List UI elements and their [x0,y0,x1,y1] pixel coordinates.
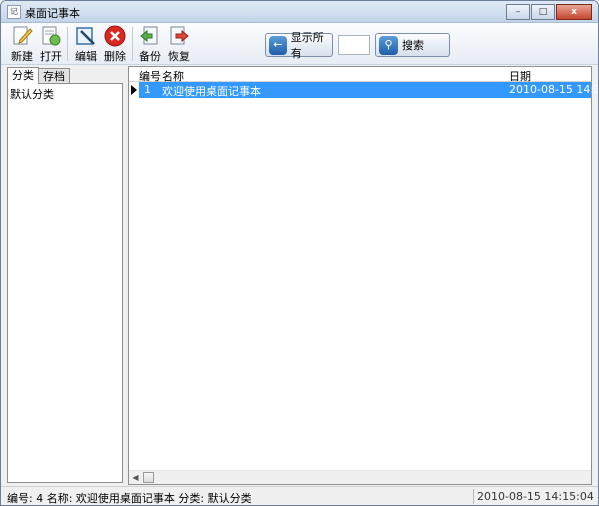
category-tabs: 分类 存档 [7,67,70,84]
new-note-icon [13,26,33,45]
search-button[interactable]: ⚲ 搜索 [375,33,450,57]
toolbar-divider [67,27,68,61]
restore-button[interactable]: 恢复 [164,25,194,63]
search-input[interactable] [338,35,370,55]
edit-button[interactable]: 编辑 [71,25,101,63]
delete-button[interactable]: 删除 [100,25,130,63]
show-all-button[interactable]: ← 显示所有 [265,31,333,60]
status-summary: 编号: 4 名称: 欢迎使用桌面记事本 分类: 默认分类 [7,492,252,505]
new-button[interactable]: 新建 [7,25,37,63]
scrollbar-thumb[interactable] [143,472,154,483]
tree-item-default-category[interactable]: 默认分类 [10,86,54,102]
category-tree[interactable]: 默认分类 [7,83,123,483]
search-icon: ⚲ [379,35,398,55]
restore-icon [170,26,189,45]
delete-icon [104,25,126,47]
close-button[interactable]: x [556,4,592,20]
cell-id: 1 [144,83,151,96]
back-arrow-icon: ← [269,35,287,55]
status-datetime: 2010-08-15 14:15:04 [477,490,594,503]
title-bar[interactable]: 记 桌面记事本 – □ x [1,1,598,23]
maximize-button[interactable]: □ [531,4,555,20]
cell-date: 2010-08-15 14:15:0 [509,83,598,96]
open-note-icon [42,26,61,46]
current-row-arrow-icon [131,85,137,95]
edit-label: 编辑 [75,50,97,63]
main-window: 记 桌面记事本 – □ x 新建 打开 编辑 删除 备份 恢复 ← 显示所有 ⚲… [0,0,599,506]
toolbar-divider [132,27,133,61]
cell-name: 欢迎使用桌面记事本 [162,85,261,98]
open-button[interactable]: 打开 [36,25,66,63]
backup-button[interactable]: 备份 [135,25,165,63]
window-title: 桌面记事本 [25,7,80,20]
table-row[interactable]: 1 欢迎使用桌面记事本 2010-08-15 14:15:0 [129,82,598,98]
backup-icon [140,26,158,45]
restore-label: 恢复 [168,50,190,63]
notes-list: 编号 名称 日期 1 欢迎使用桌面记事本 2010-08-15 14:15:0 … [128,66,598,485]
scroll-left-icon[interactable]: ◀ [129,471,142,484]
edit-icon [76,27,95,45]
horizontal-scrollbar[interactable]: ◀ [129,470,591,484]
category-panel: 分类 存档 默认分类 [3,66,125,484]
app-icon: 记 [7,5,21,19]
show-all-label: 显示所有 [290,31,324,60]
row-indicator [129,82,139,98]
window-controls: – □ x [505,4,592,20]
toolbar: 新建 打开 编辑 删除 备份 恢复 ← 显示所有 ⚲ 搜索 [1,23,598,65]
status-bar: 编号: 4 名称: 欢迎使用桌面记事本 分类: 默认分类 2010-08-15 … [1,486,598,505]
tab-archive[interactable]: 存档 [38,68,70,84]
selected-row-highlight[interactable]: 1 欢迎使用桌面记事本 2010-08-15 14:15:0 [139,82,598,98]
status-divider [473,489,474,504]
open-label: 打开 [40,50,62,63]
new-label: 新建 [11,50,33,63]
tab-category[interactable]: 分类 [7,67,39,84]
list-header: 编号 名称 日期 [129,67,591,83]
minimize-button[interactable]: – [506,4,530,20]
search-label: 搜索 [402,39,424,52]
delete-label: 删除 [104,50,126,63]
backup-label: 备份 [139,50,161,63]
